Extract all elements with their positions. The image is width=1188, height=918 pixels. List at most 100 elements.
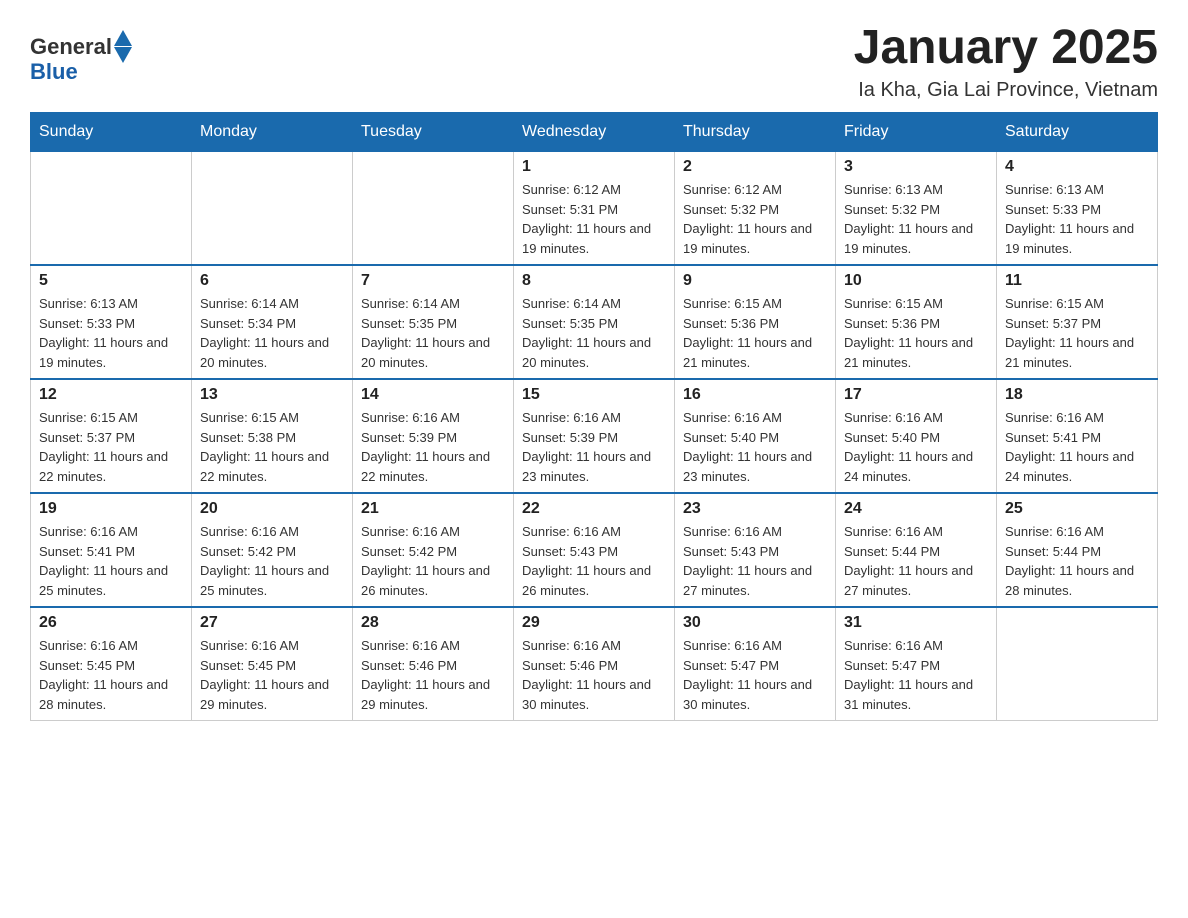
calendar-header-thursday: Thursday	[675, 113, 836, 152]
calendar-cell: 10 Sunrise: 6:15 AMSunset: 5:36 PMDayligh…	[836, 265, 997, 379]
calendar-cell: 16Sunrise: 6:16 AMSunset: 5:40 PMDayligh…	[675, 379, 836, 493]
calendar-cell	[997, 607, 1158, 721]
day-number: 22	[522, 500, 666, 518]
calendar-week-4: 19Sunrise: 6:16 AMSunset: 5:41 PMDayligh…	[31, 493, 1158, 607]
day-info: Sunrise: 6:14 AMSunset: 5:35 PMDaylight:…	[361, 294, 505, 372]
day-info: Sunrise: 6:15 AMSunset: 5:37 PMDaylight:…	[1005, 294, 1149, 372]
calendar-cell: 3 Sunrise: 6:13 AMSunset: 5:32 PMDaylight…	[836, 152, 997, 266]
calendar-week-3: 12 Sunrise: 6:15 AMSunset: 5:37 PMDayligh…	[31, 379, 1158, 493]
calendar-cell: 26Sunrise: 6:16 AMSunset: 5:45 PMDayligh…	[31, 607, 192, 721]
calendar-week-5: 26Sunrise: 6:16 AMSunset: 5:45 PMDayligh…	[31, 607, 1158, 721]
day-number: 10	[844, 272, 988, 290]
calendar-header-sunday: Sunday	[31, 113, 192, 152]
day-number: 15	[522, 386, 666, 404]
calendar-cell: 17 Sunrise: 6:16 AMSunset: 5:40 PMDayligh…	[836, 379, 997, 493]
calendar-cell: 25 Sunrise: 6:16 AMSunset: 5:44 PMDayligh…	[997, 493, 1158, 607]
day-number: 9	[683, 272, 827, 290]
day-number: 25	[1005, 500, 1149, 518]
day-info: Sunrise: 6:16 AMSunset: 5:45 PMDaylight:…	[39, 636, 183, 714]
calendar-header-friday: Friday	[836, 113, 997, 152]
day-info: Sunrise: 6:16 AMSunset: 5:44 PMDaylight:…	[844, 522, 988, 600]
day-number: 3	[844, 158, 988, 176]
logo: General Blue	[30, 30, 132, 85]
calendar-cell: 2 Sunrise: 6:12 AMSunset: 5:32 PMDaylight…	[675, 152, 836, 266]
calendar-cell: 7 Sunrise: 6:14 AMSunset: 5:35 PMDaylight…	[353, 265, 514, 379]
day-info: Sunrise: 6:16 AMSunset: 5:43 PMDaylight:…	[683, 522, 827, 600]
calendar-cell: 24Sunrise: 6:16 AMSunset: 5:44 PMDayligh…	[836, 493, 997, 607]
day-number: 17	[844, 386, 988, 404]
day-info: Sunrise: 6:15 AMSunset: 5:38 PMDaylight:…	[200, 408, 344, 486]
day-info: Sunrise: 6:16 AMSunset: 5:39 PMDaylight:…	[361, 408, 505, 486]
day-number: 31	[844, 614, 988, 632]
day-number: 23	[683, 500, 827, 518]
day-info: Sunrise: 6:15 AMSunset: 5:37 PMDaylight:…	[39, 408, 183, 486]
calendar-cell: 27 Sunrise: 6:16 AMSunset: 5:45 PMDayligh…	[192, 607, 353, 721]
day-number: 5	[39, 272, 183, 290]
title-area: January 2025 Ia Kha, Gia Lai Province, V…	[854, 20, 1158, 102]
calendar-header-wednesday: Wednesday	[514, 113, 675, 152]
day-info: Sunrise: 6:16 AMSunset: 5:40 PMDaylight:…	[844, 408, 988, 486]
day-number: 2	[683, 158, 827, 176]
day-number: 8	[522, 272, 666, 290]
calendar-cell: 28 Sunrise: 6:16 AMSunset: 5:46 PMDayligh…	[353, 607, 514, 721]
calendar-cell: 4Sunrise: 6:13 AMSunset: 5:33 PMDaylight…	[997, 152, 1158, 266]
calendar: SundayMondayTuesdayWednesdayThursdayFrid…	[30, 112, 1158, 721]
logo-general: General	[30, 34, 112, 60]
day-info: Sunrise: 6:13 AMSunset: 5:32 PMDaylight:…	[844, 180, 988, 258]
day-info: Sunrise: 6:16 AMSunset: 5:45 PMDaylight:…	[200, 636, 344, 714]
day-number: 29	[522, 614, 666, 632]
day-info: Sunrise: 6:16 AMSunset: 5:47 PMDaylight:…	[844, 636, 988, 714]
calendar-header-row: SundayMondayTuesdayWednesdayThursdayFrid…	[31, 113, 1158, 152]
calendar-header-saturday: Saturday	[997, 113, 1158, 152]
day-info: Sunrise: 6:16 AMSunset: 5:44 PMDaylight:…	[1005, 522, 1149, 600]
calendar-cell	[192, 152, 353, 266]
day-number: 28	[361, 614, 505, 632]
calendar-cell: 15Sunrise: 6:16 AMSunset: 5:39 PMDayligh…	[514, 379, 675, 493]
calendar-cell: 9 Sunrise: 6:15 AMSunset: 5:36 PMDaylight…	[675, 265, 836, 379]
day-number: 11	[1005, 272, 1149, 290]
day-number: 20	[200, 500, 344, 518]
day-info: Sunrise: 6:14 AMSunset: 5:34 PMDaylight:…	[200, 294, 344, 372]
day-info: Sunrise: 6:15 AMSunset: 5:36 PMDaylight:…	[683, 294, 827, 372]
calendar-week-1: 1Sunrise: 6:12 AMSunset: 5:31 PMDaylight…	[31, 152, 1158, 266]
day-number: 4	[1005, 158, 1149, 176]
calendar-cell: 20Sunrise: 6:16 AMSunset: 5:42 PMDayligh…	[192, 493, 353, 607]
day-number: 16	[683, 386, 827, 404]
calendar-cell: 23 Sunrise: 6:16 AMSunset: 5:43 PMDayligh…	[675, 493, 836, 607]
calendar-cell: 21 Sunrise: 6:16 AMSunset: 5:42 PMDayligh…	[353, 493, 514, 607]
calendar-cell: 13 Sunrise: 6:15 AMSunset: 5:38 PMDayligh…	[192, 379, 353, 493]
day-info: Sunrise: 6:12 AMSunset: 5:32 PMDaylight:…	[683, 180, 827, 258]
calendar-cell: 18Sunrise: 6:16 AMSunset: 5:41 PMDayligh…	[997, 379, 1158, 493]
calendar-cell	[31, 152, 192, 266]
calendar-cell: 8 Sunrise: 6:14 AMSunset: 5:35 PMDaylight…	[514, 265, 675, 379]
day-info: Sunrise: 6:15 AMSunset: 5:36 PMDaylight:…	[844, 294, 988, 372]
day-info: Sunrise: 6:16 AMSunset: 5:41 PMDaylight:…	[39, 522, 183, 600]
calendar-cell	[353, 152, 514, 266]
day-number: 7	[361, 272, 505, 290]
day-number: 6	[200, 272, 344, 290]
day-info: Sunrise: 6:16 AMSunset: 5:46 PMDaylight:…	[361, 636, 505, 714]
main-title: January 2025	[854, 20, 1158, 75]
day-number: 30	[683, 614, 827, 632]
subtitle: Ia Kha, Gia Lai Province, Vietnam	[854, 79, 1158, 102]
day-number: 12	[39, 386, 183, 404]
day-info: Sunrise: 6:16 AMSunset: 5:43 PMDaylight:…	[522, 522, 666, 600]
calendar-header-tuesday: Tuesday	[353, 113, 514, 152]
calendar-week-2: 5 Sunrise: 6:13 AMSunset: 5:33 PMDaylight…	[31, 265, 1158, 379]
calendar-cell: 22 Sunrise: 6:16 AMSunset: 5:43 PMDayligh…	[514, 493, 675, 607]
logo-blue: Blue	[30, 59, 78, 85]
day-info: Sunrise: 6:16 AMSunset: 5:41 PMDaylight:…	[1005, 408, 1149, 486]
header: General Blue January 2025 Ia Kha, Gia La…	[30, 20, 1158, 102]
calendar-cell: 6 Sunrise: 6:14 AMSunset: 5:34 PMDaylight…	[192, 265, 353, 379]
calendar-cell: 31 Sunrise: 6:16 AMSunset: 5:47 PMDayligh…	[836, 607, 997, 721]
calendar-cell: 19Sunrise: 6:16 AMSunset: 5:41 PMDayligh…	[31, 493, 192, 607]
day-info: Sunrise: 6:16 AMSunset: 5:42 PMDaylight:…	[361, 522, 505, 600]
day-number: 14	[361, 386, 505, 404]
day-number: 21	[361, 500, 505, 518]
day-number: 13	[200, 386, 344, 404]
day-info: Sunrise: 6:14 AMSunset: 5:35 PMDaylight:…	[522, 294, 666, 372]
day-number: 27	[200, 614, 344, 632]
calendar-cell: 14 Sunrise: 6:16 AMSunset: 5:39 PMDayligh…	[353, 379, 514, 493]
day-info: Sunrise: 6:13 AMSunset: 5:33 PMDaylight:…	[39, 294, 183, 372]
calendar-cell: 5 Sunrise: 6:13 AMSunset: 5:33 PMDaylight…	[31, 265, 192, 379]
